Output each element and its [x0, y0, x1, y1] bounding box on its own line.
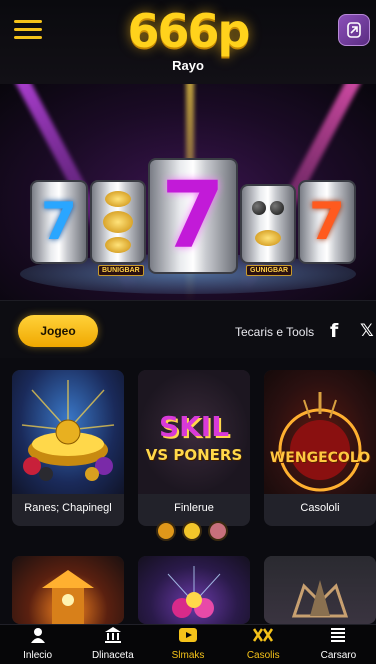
pager-dot[interactable]: [208, 521, 228, 541]
pager-dot[interactable]: [182, 521, 202, 541]
bank-icon: [104, 626, 122, 648]
game-card[interactable]: SKIL VS PONERS Finlerue: [138, 370, 250, 526]
nav-label: Dlinaceta: [91, 650, 134, 661]
slot-reel: 7: [148, 158, 238, 274]
slot-reel: [240, 184, 296, 264]
game-title: Casololi: [300, 502, 340, 514]
game-card[interactable]: [138, 556, 250, 624]
pager-dot[interactable]: [156, 521, 176, 541]
crown-icon: [291, 580, 349, 618]
tools-link[interactable]: Tecaris e Tools: [235, 325, 314, 339]
brand-logo[interactable]: 666p: [0, 4, 376, 58]
game-art-title: WENGECOLO: [269, 450, 371, 466]
game-thumbnail: SKIL VS PONERS: [138, 370, 250, 494]
action-bar: Jogeo Tecaris e Tools f 𝕏: [0, 300, 376, 358]
slot-reel: [90, 180, 146, 264]
facebook-icon[interactable]: f: [330, 320, 338, 342]
coin-symbol: [103, 211, 133, 233]
game-card[interactable]: WENGECOLO Casololi: [264, 370, 376, 526]
pagoda-icon: [42, 570, 94, 624]
seven-symbol: 7: [40, 192, 78, 252]
nav-item-home[interactable]: Inlecio: [0, 625, 75, 664]
game-card[interactable]: [12, 556, 124, 624]
x-social-icon[interactable]: 𝕏: [360, 321, 374, 341]
game-art-title: SKIL: [158, 410, 230, 443]
seven-symbol: 7: [308, 192, 346, 252]
chips-icon: [252, 626, 274, 648]
slot-reel: 7: [30, 180, 88, 264]
coin-symbol: [105, 237, 131, 253]
hero-banner[interactable]: 7 7 7 BUNIGBAR GUNIGBAR: [0, 84, 376, 300]
game-card[interactable]: [264, 556, 376, 624]
coin-symbol: [105, 191, 131, 207]
game-card[interactable]: Ranes; Chapinegl: [12, 370, 124, 526]
nav-item-slots[interactable]: Slmaks: [150, 625, 225, 664]
seven-symbol: 7: [160, 162, 225, 269]
game-thumbnail: [264, 556, 376, 624]
game-thumbnail: [12, 370, 124, 494]
treasure-bowl-icon: [21, 380, 115, 481]
reel-label: BUNIGBAR: [98, 265, 144, 276]
game-title: Ranes; Chapinegl: [24, 502, 112, 514]
user-badge-icon: [347, 22, 361, 38]
nav-item-casino[interactable]: Casolis: [226, 625, 301, 664]
nav-label: Carsaro: [320, 650, 357, 661]
roulette-wheel-icon: [278, 392, 362, 492]
profile-button[interactable]: [338, 14, 370, 46]
jewels-icon: [167, 566, 221, 618]
game-thumbnail: WENGECOLO: [264, 370, 376, 494]
nav-label: Inlecio: [23, 650, 53, 661]
ball-symbol: [270, 200, 284, 215]
ball-symbol-row: [250, 200, 286, 220]
ball-symbol: [252, 200, 266, 215]
nav-label: Slmaks: [171, 650, 205, 661]
coin-symbol: [255, 229, 281, 246]
play-icon: [178, 626, 198, 648]
nav-item-wallet[interactable]: Dlinaceta: [75, 625, 150, 664]
nav-item-more[interactable]: Carsaro: [301, 625, 376, 664]
reel-label: GUNIGBAR: [246, 265, 293, 276]
person-icon: [29, 626, 47, 648]
play-now-button[interactable]: Jogeo: [18, 315, 98, 347]
game-thumbnail: [138, 556, 250, 624]
list-icon: [329, 626, 347, 648]
slot-reel: 7: [298, 180, 356, 264]
bottom-navigation: Inlecio Dlinaceta Slmaks Casolis Carsaro: [0, 624, 376, 664]
brand-subtitle: Rayo: [172, 58, 204, 73]
app-header: 666p Rayo: [0, 0, 376, 84]
game-art-subtitle: VS PONERS: [145, 446, 243, 464]
carousel-pager: [156, 521, 228, 541]
game-title: Finlerue: [174, 502, 214, 514]
nav-label: Casolis: [246, 650, 280, 661]
game-thumbnail: [12, 556, 124, 624]
